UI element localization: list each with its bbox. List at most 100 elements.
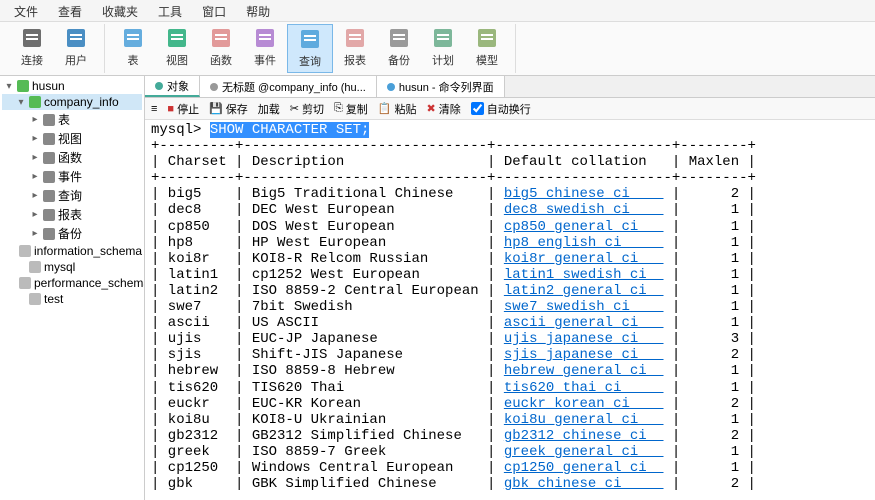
tab[interactable]: husun - 命令列界面	[377, 76, 505, 97]
autowrap-toggle[interactable]: 自动换行	[471, 101, 531, 117]
tool-label: 视图	[166, 52, 188, 68]
main-toolbar: 连接 用户 表视图 函数 事件 查询 报表 备份计划模型	[0, 22, 875, 76]
expand-icon[interactable]: ▸	[30, 114, 40, 125]
menu-帮助[interactable]: 帮助	[236, 0, 280, 21]
db-icon	[43, 152, 55, 164]
sidebar[interactable]: ▾husun▾company_info▸表▸视图▸函数▸事件▸查询▸报表▸备份i…	[0, 76, 145, 500]
tree-information_schema[interactable]: information_schema	[2, 243, 142, 259]
tool-label: 模型	[476, 52, 498, 68]
tab-icon	[155, 82, 163, 90]
paste-button[interactable]: 📋粘贴	[378, 101, 417, 117]
expand-icon[interactable]: ▸	[30, 152, 40, 163]
tool-label: 报表	[344, 52, 366, 68]
tool-icon	[298, 27, 322, 51]
tool-icon	[121, 26, 145, 50]
tree-label: husun	[32, 79, 65, 93]
tool-icon	[475, 26, 499, 50]
db-icon	[43, 190, 55, 202]
tree-label: 函数	[58, 149, 82, 166]
expand-icon[interactable]: ▾	[16, 97, 26, 108]
tool-label: 事件	[254, 52, 276, 68]
tab[interactable]: 无标题 @company_info (hu...	[200, 76, 377, 97]
tree-label: test	[44, 292, 63, 306]
tree-label: 视图	[58, 130, 82, 147]
db-icon	[29, 96, 41, 108]
menu-工具[interactable]: 工具	[148, 0, 192, 21]
tree-husun[interactable]: ▾ husun	[2, 78, 142, 94]
cut-button[interactable]: ✂剪切	[290, 101, 324, 117]
tool-icon	[253, 26, 277, 50]
tree-performance_schema[interactable]: performance_schema	[2, 275, 142, 291]
tool-label: 用户	[65, 52, 87, 68]
hamburger-icon[interactable]: ≡	[151, 103, 157, 115]
tool-表[interactable]: 表	[111, 24, 155, 73]
menu-文件[interactable]: 文件	[4, 0, 48, 21]
tool-label: 函数	[210, 52, 232, 68]
tool-连接[interactable]: 连接	[10, 24, 54, 73]
expand-icon[interactable]: ▾	[4, 81, 14, 92]
tool-备份[interactable]: 备份	[377, 24, 421, 73]
tab-icon	[210, 83, 218, 91]
tool-函数[interactable]: 函数	[199, 24, 243, 73]
tool-label: 查询	[299, 53, 321, 69]
expand-icon[interactable]: ▸	[30, 228, 40, 239]
terminal-output[interactable]: mysql> SHOW CHARACTER SET; +---------+--…	[145, 120, 875, 500]
tree-报表[interactable]: ▸ 报表	[2, 205, 142, 224]
db-icon	[29, 261, 41, 273]
tool-icon	[343, 26, 367, 50]
tool-icon	[387, 26, 411, 50]
clear-button[interactable]: ✖清除	[427, 101, 461, 117]
tab[interactable]: 对象	[145, 76, 200, 97]
tree-表[interactable]: ▸表	[2, 110, 142, 129]
tab-label: 对象	[167, 78, 189, 94]
save-button[interactable]: 💾保存	[209, 101, 248, 117]
db-icon	[43, 114, 55, 126]
copy-button[interactable]: ⎘复制	[334, 101, 368, 117]
db-icon	[29, 293, 41, 305]
tree-label: mysql	[44, 260, 75, 274]
tree-label: 报表	[58, 206, 82, 223]
tree-视图[interactable]: ▸ 视图	[2, 129, 142, 148]
tool-label: 备份	[388, 52, 410, 68]
menu-窗口[interactable]: 窗口	[192, 0, 236, 21]
tree-label: 事件	[58, 168, 82, 185]
tree-company_info[interactable]: ▾ company_info	[2, 94, 142, 110]
tab-bar: 对象 无标题 @company_info (hu... husun - 命令列界面	[145, 76, 875, 98]
expand-icon[interactable]: ▸	[30, 171, 40, 182]
tree-函数[interactable]: ▸ 函数	[2, 148, 142, 167]
tree-label: company_info	[44, 95, 119, 109]
menubar: 文件查看收藏夹工具窗口帮助	[0, 0, 875, 22]
expand-icon[interactable]: ▸	[30, 209, 40, 220]
tool-计划[interactable]: 计划	[421, 24, 465, 73]
tool-icon	[209, 26, 233, 50]
menu-收藏夹[interactable]: 收藏夹	[92, 0, 148, 21]
expand-icon[interactable]: ▸	[30, 190, 40, 201]
tab-label: husun - 命令列界面	[399, 79, 494, 95]
load-button[interactable]: 加载	[258, 101, 280, 117]
menu-查看[interactable]: 查看	[48, 0, 92, 21]
tool-查询[interactable]: 查询	[287, 24, 333, 73]
stop-button[interactable]: ■停止	[167, 101, 199, 117]
tool-icon	[431, 26, 455, 50]
tab-icon	[387, 83, 395, 91]
tool-label: 连接	[21, 52, 43, 68]
tool-icon	[64, 26, 88, 50]
tool-事件[interactable]: 事件	[243, 24, 287, 73]
tool-视图[interactable]: 视图	[155, 24, 199, 73]
tab-label: 无标题 @company_info (hu...	[222, 79, 366, 95]
db-icon	[19, 245, 31, 257]
tree-事件[interactable]: ▸ 事件	[2, 167, 142, 186]
tree-查询[interactable]: ▸查询	[2, 186, 142, 205]
db-icon	[43, 171, 55, 183]
tool-模型[interactable]: 模型	[465, 24, 509, 73]
tree-备份[interactable]: ▸ 备份	[2, 224, 142, 243]
db-icon	[19, 277, 31, 289]
expand-icon[interactable]: ▸	[30, 133, 40, 144]
tree-test[interactable]: test	[2, 291, 142, 307]
tree-mysql[interactable]: mysql	[2, 259, 142, 275]
tree-label: 备份	[58, 225, 82, 242]
tree-label: 表	[58, 111, 70, 128]
tool-报表[interactable]: 报表	[333, 24, 377, 73]
tool-用户[interactable]: 用户	[54, 24, 98, 73]
db-icon	[43, 133, 55, 145]
